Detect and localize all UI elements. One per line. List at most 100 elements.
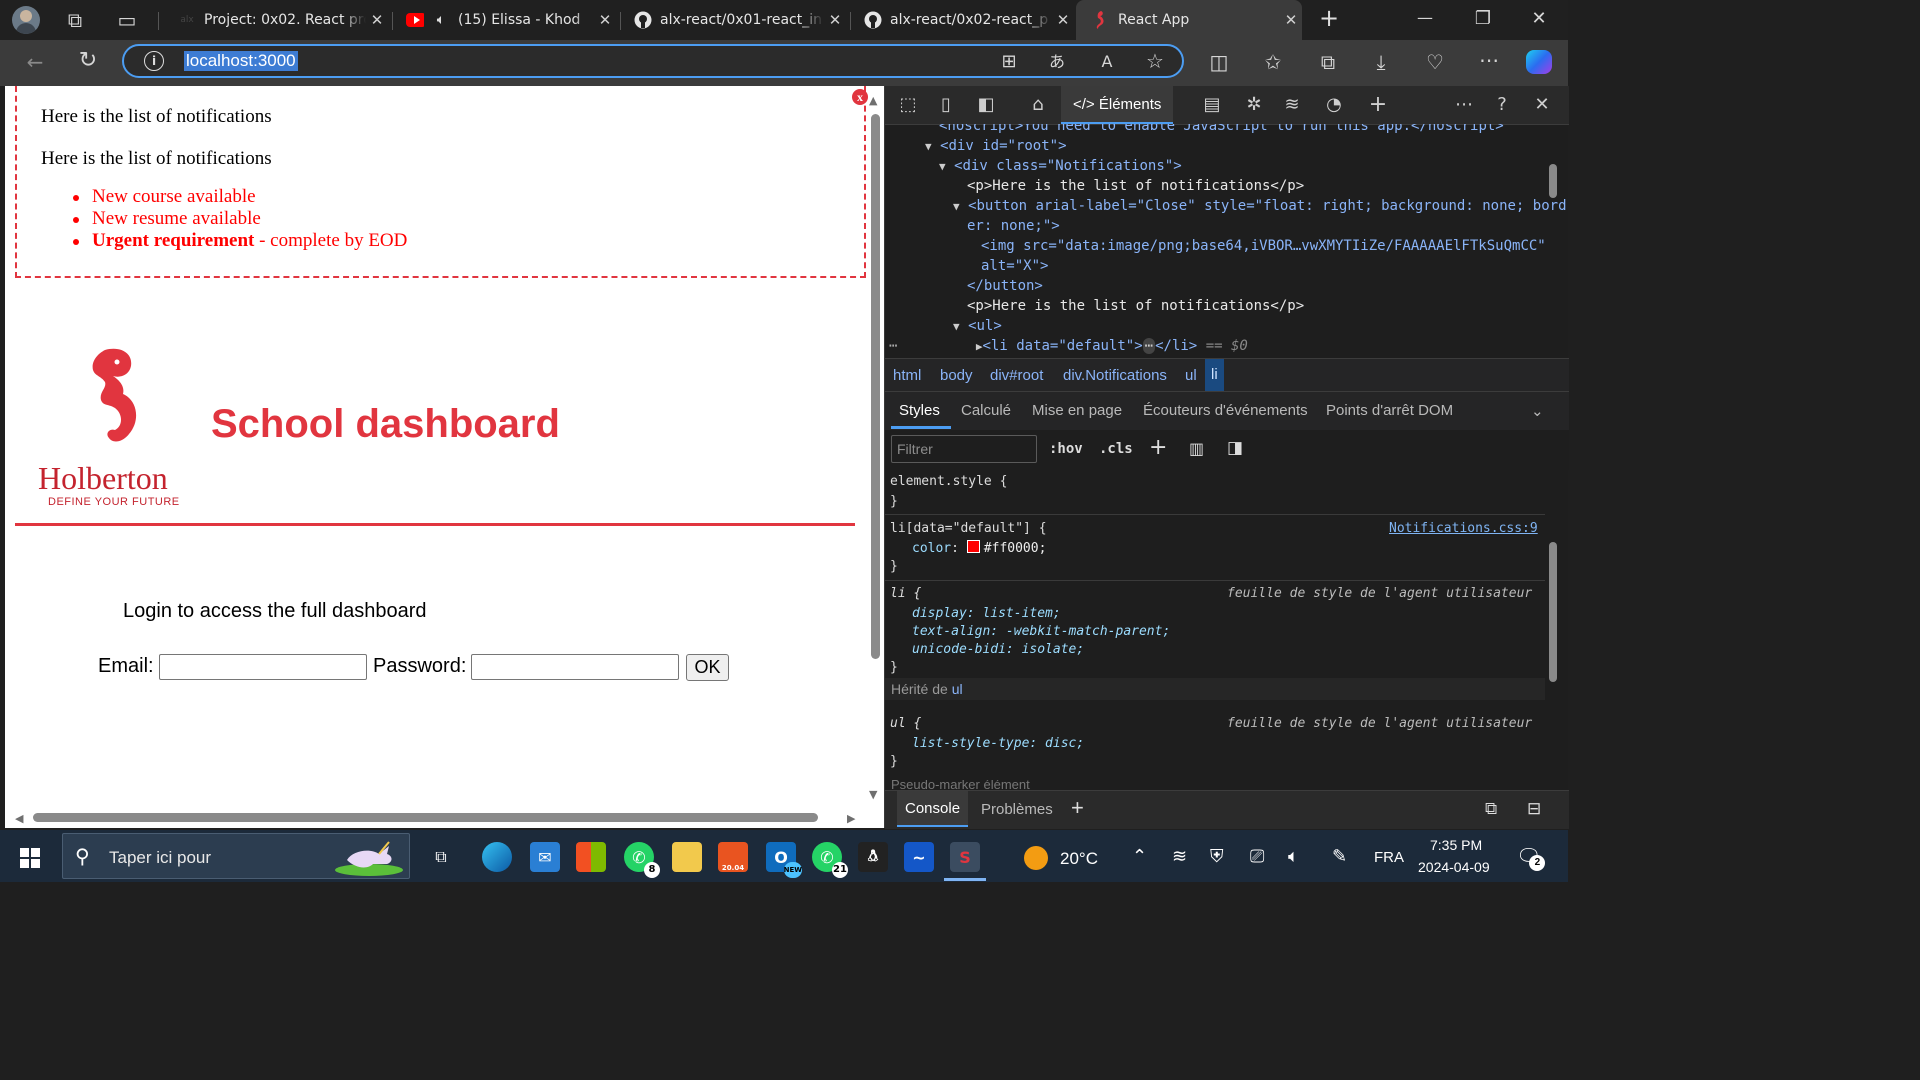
scroll-right-icon[interactable]: ▶ <box>847 812 855 825</box>
tab-close-icon[interactable]: ✕ <box>824 11 846 29</box>
dock-drawer-icon[interactable]: ⊟ <box>1527 799 1541 819</box>
devtools-more-icon[interactable]: ⋯ <box>1451 95 1477 115</box>
ok-button[interactable]: OK <box>686 654 729 681</box>
task-view-icon[interactable]: ⧉ <box>426 842 456 872</box>
speaker-icon[interactable]: 🔈︎ <box>432 11 450 29</box>
translate-icon[interactable]: あ <box>1044 52 1070 72</box>
vertical-scrollbar[interactable] <box>871 114 880 659</box>
qq-penguin-icon[interactable]: 🐧︎ <box>858 842 888 872</box>
whatsapp-business-icon[interactable]: ✆ 21 <box>812 842 848 878</box>
clock-time[interactable]: 7:35 PM <box>1430 837 1482 853</box>
windows-start-icon[interactable] <box>20 848 40 868</box>
taskbar-search-box[interactable]: ⚲ Taper ici pour <box>62 833 410 879</box>
dom-node[interactable]: ▼ <div id="root"> <box>925 136 1067 157</box>
tab-close-icon[interactable]: ✕ <box>1280 11 1302 29</box>
notification-center-icon[interactable]: 🗨︎ 2 <box>1516 844 1546 871</box>
more-tools-icon[interactable]: + <box>1365 94 1391 116</box>
mail-icon[interactable]: ✉ <box>530 842 560 872</box>
tab-computed[interactable]: Calculé <box>961 402 1011 419</box>
sources-debug-icon[interactable]: ✲ <box>1241 95 1267 115</box>
css-source-link[interactable]: Notifications.css:9 <box>1389 520 1538 538</box>
breadcrumb-item[interactable]: div#root <box>990 367 1043 384</box>
breadcrumb-item[interactable]: body <box>940 367 973 384</box>
console-icon[interactable]: ▤ <box>1199 95 1225 115</box>
password-field[interactable] <box>471 654 679 680</box>
tab-close-icon[interactable]: ✕ <box>1052 11 1074 29</box>
tab-close-icon[interactable]: ✕ <box>594 11 616 29</box>
dom-node[interactable]: ▼ <button arial-label="Close" style="flo… <box>953 196 1567 217</box>
color-swatch[interactable] <box>966 540 980 553</box>
weather-temperature[interactable]: 20°C <box>1060 849 1098 869</box>
cls-toggle[interactable]: .cls <box>1099 441 1133 457</box>
holberton-app-icon[interactable]: S <box>950 842 980 872</box>
tab-problems[interactable]: Problèmes <box>981 801 1053 818</box>
app-available-icon[interactable]: ⊞ <box>996 52 1022 72</box>
tab-dom-breakpoints[interactable]: Points d'arrêt DOM <box>1326 402 1453 419</box>
new-style-rule-icon[interactable]: + <box>1149 435 1167 460</box>
toggle-sidebar-icon[interactable]: ◨ <box>1227 438 1243 458</box>
pen-icon[interactable]: ✎ <box>1332 846 1347 867</box>
more-menu-icon[interactable]: ⋯ <box>1476 50 1502 70</box>
chevron-down-icon[interactable]: ⌄ <box>1531 402 1544 420</box>
microsoft-store-icon[interactable] <box>576 842 606 872</box>
calendar-app-icon[interactable]: 20.04 <box>718 842 748 872</box>
browser-essentials-icon[interactable]: ♡ <box>1422 52 1448 72</box>
show-hidden-icons-icon[interactable]: ⌃ <box>1132 846 1147 867</box>
favorite-star-icon[interactable]: ☆ <box>1142 51 1168 71</box>
close-notifications-button[interactable]: x <box>852 89 868 105</box>
meet-now-icon[interactable]: ⎚ <box>1250 846 1264 867</box>
inspect-element-icon[interactable]: ⬚ <box>895 95 921 115</box>
scroll-left-icon[interactable]: ◀ <box>15 812 23 825</box>
breadcrumb-item[interactable]: ul <box>1185 367 1197 384</box>
outlook-icon[interactable]: O NEW <box>766 842 802 878</box>
network-icon[interactable]: ≋ <box>1279 95 1305 115</box>
tab-close-icon[interactable]: ✕ <box>366 11 388 29</box>
breadcrumb-item[interactable]: html <box>893 367 921 384</box>
hov-toggle[interactable]: :hov <box>1049 441 1083 457</box>
styles-filter-input[interactable]: Filtrer <box>891 435 1037 463</box>
dom-scrollbar[interactable] <box>1549 164 1557 198</box>
undock-drawer-icon[interactable]: ⧉ <box>1485 799 1497 819</box>
close-devtools-icon[interactable]: ✕ <box>1529 95 1555 115</box>
styles-scrollbar[interactable] <box>1549 542 1557 682</box>
volume-icon[interactable]: 🔈︎ <box>1288 846 1299 867</box>
tab-react-app[interactable]: React App ✕ <box>1076 0 1302 40</box>
weather-icon[interactable] <box>1024 846 1048 870</box>
dom-node[interactable]: <p>Here is the list of notifications</p> <box>967 296 1304 316</box>
dom-node[interactable]: <img src="data:image/png;base64,iVBOR…vw… <box>981 236 1546 256</box>
clock-date[interactable]: 2024-04-09 <box>1418 859 1490 875</box>
refresh-icon[interactable]: ↻ <box>75 50 101 72</box>
tab-event-listeners[interactable]: Écouteurs d'événements <box>1143 402 1308 419</box>
email-field[interactable] <box>159 654 367 680</box>
scroll-up-icon[interactable]: ▲ <box>869 94 877 107</box>
site-info-icon[interactable]: i <box>144 51 164 71</box>
wifi-icon[interactable]: ≋ <box>1172 846 1187 867</box>
profile-avatar[interactable] <box>12 6 40 34</box>
css-selector[interactable]: li[data="default"] { <box>890 520 1047 538</box>
dom-node[interactable]: ▼ <div class="Notifications"> <box>939 156 1182 177</box>
performance-icon[interactable]: ◔ <box>1321 95 1347 115</box>
downloads-icon[interactable]: ⤓ <box>1368 52 1394 72</box>
new-tab-button[interactable]: + <box>1316 6 1342 30</box>
tab-layout[interactable]: Mise en page <box>1032 402 1122 419</box>
url-text[interactable]: localhost:3000 <box>184 51 298 71</box>
breadcrumb-item-active[interactable]: li <box>1205 359 1224 391</box>
dom-node[interactable]: <p>Here is the list of notifications</p> <box>967 176 1304 196</box>
paint-brush-icon[interactable]: ▥ <box>1189 439 1204 458</box>
file-explorer-icon[interactable] <box>672 842 702 872</box>
tab-console[interactable]: Console <box>897 791 969 827</box>
dom-node[interactable]: <noscript>You need to enable JavaScript … <box>939 124 1504 136</box>
back-arrow-icon[interactable]: ← <box>22 52 48 72</box>
device-emulation-icon[interactable]: ▯ <box>933 95 959 115</box>
tab-youtube[interactable]: 🔈︎ (15) Elissa - Khod ✕ <box>396 4 616 36</box>
css-declaration[interactable]: color: #ff0000; <box>912 540 1046 558</box>
whatsapp-icon[interactable]: ✆ 8 <box>624 842 660 878</box>
dom-node[interactable]: ▼ <ul> <box>953 316 1002 337</box>
element-style-rule[interactable]: element.style { <box>890 473 1007 491</box>
scroll-down-icon[interactable]: ▼ <box>869 788 877 801</box>
read-aloud-icon[interactable]: A <box>1094 52 1120 72</box>
address-bar[interactable]: i localhost:3000 ⊞ あ A ☆ <box>122 44 1184 78</box>
dock-side-icon[interactable]: ◧ <box>973 95 999 115</box>
horizontal-scrollbar[interactable] <box>33 813 818 822</box>
whiteboard-icon[interactable]: ~ <box>904 842 934 872</box>
